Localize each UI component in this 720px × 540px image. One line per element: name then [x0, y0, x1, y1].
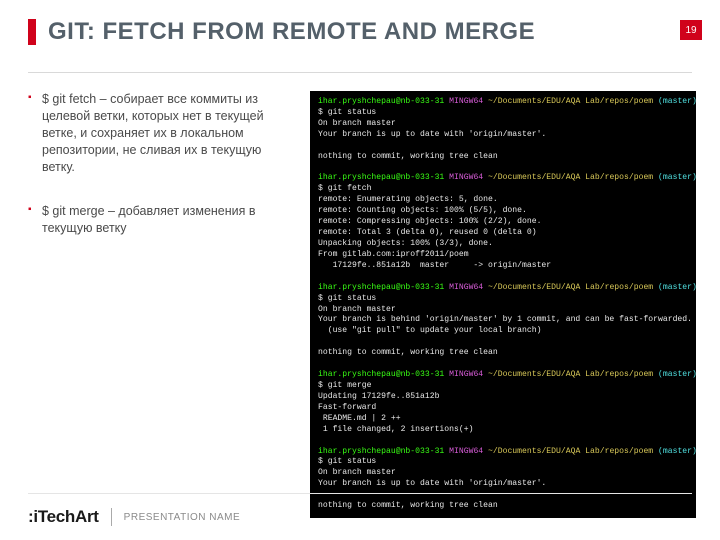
page-number: 19: [680, 20, 702, 40]
presentation-name: PRESENTATION NAME: [124, 512, 240, 523]
list-item: $ git fetch – собирает все коммиты из це…: [28, 91, 296, 175]
slide-title: GIT: FETCH FROM REMOTE AND MERGE: [48, 18, 535, 46]
terminal-screenshot: ihar.pryshchepau@nb-033-31 MINGW64 ~/Doc…: [310, 91, 696, 518]
footer-separator: [111, 508, 112, 526]
title-accent: [28, 19, 36, 45]
list-item: $ git merge – добавляет изменения в теку…: [28, 203, 296, 237]
logo: :iTechArt: [28, 507, 99, 527]
bullet-list: $ git fetch – собирает все коммиты из це…: [28, 91, 296, 518]
